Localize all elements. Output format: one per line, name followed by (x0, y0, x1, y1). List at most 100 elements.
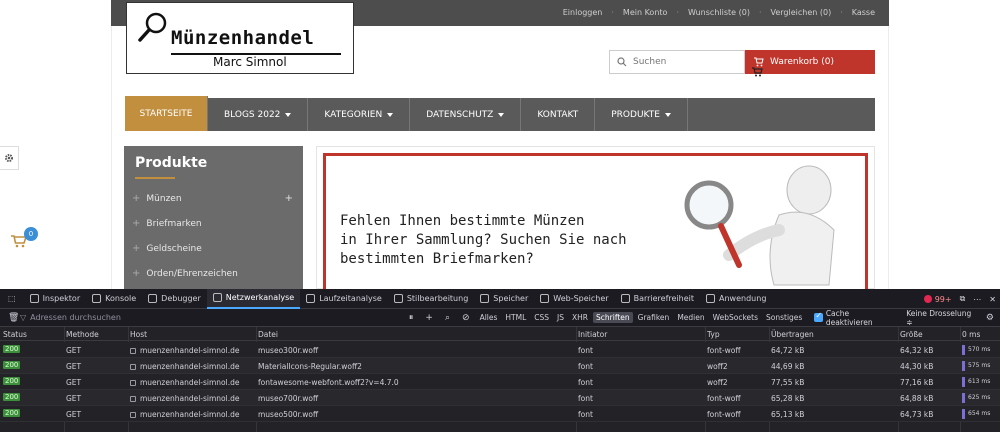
main-navigation: STARTSEITE BLOGS 2022 KATEGORIEN DATENSC… (125, 96, 875, 131)
clear-icon[interactable]: 🗑 (8, 313, 19, 323)
banner-line: in Ihrer Sammlung? Suchen Sie nach (340, 232, 627, 248)
tab-label: Konsole (105, 294, 137, 303)
settings-toggle[interactable] (0, 146, 19, 170)
col-size[interactable]: Größe (900, 330, 923, 339)
filter-html[interactable]: HTML (502, 312, 529, 323)
host-text: muenzenhandel-simnol.de (140, 394, 240, 403)
lock-icon (130, 396, 136, 402)
filter-js[interactable]: JS (554, 312, 567, 323)
search-icon[interactable]: ⌕ (445, 313, 450, 323)
devtools-panel: ⬚ Inspektor Konsole Debugger Netzwerkana… (0, 289, 1000, 432)
nav-item-startseite[interactable]: STARTSEITE (125, 96, 208, 131)
sidebar-item-geldscheine[interactable]: + Geldscheine (124, 236, 303, 261)
tab-storage[interactable]: Web-Speicher (534, 289, 614, 309)
nav-label: DATENSCHUTZ (426, 109, 494, 120)
col-transferred[interactable]: Übertragen (771, 330, 814, 339)
error-counter[interactable]: 99+ (923, 295, 952, 304)
disable-cache-checkbox[interactable]: Cache deaktivieren (814, 309, 894, 327)
throttling-select[interactable]: Keine Drosselung ≑ (906, 309, 976, 327)
filter-other[interactable]: Sonstiges (763, 312, 805, 323)
url-filter[interactable]: ▽ Adressen durchsuchen (20, 313, 403, 322)
nav-item-kontakt[interactable]: KONTAKT (521, 98, 596, 131)
login-link[interactable]: Einloggen (563, 8, 603, 17)
nav-item-kategorien[interactable]: KATEGORIEN (308, 98, 411, 131)
filter-xhr[interactable]: XHR (569, 312, 591, 323)
plus-bullet-icon: + (132, 218, 141, 229)
filter-all[interactable]: Alles (477, 312, 501, 323)
nav-item-datenschutz[interactable]: DATENSCHUTZ (410, 98, 522, 131)
disable-cache-label: Cache deaktivieren (825, 308, 873, 327)
filter-css[interactable]: CSS (531, 312, 552, 323)
host-text: muenzenhandel-simnol.de (140, 378, 240, 387)
filter-media[interactable]: Medien (674, 312, 707, 323)
filter-fonts[interactable]: Schriften (593, 312, 633, 323)
tab-inspector[interactable]: Inspektor (24, 289, 87, 309)
network-toolbar: 🗑 ▽ Adressen durchsuchen ⏸ + ⌕ ⊘ Alles H… (0, 309, 1000, 327)
tab-label: Speicher (493, 294, 529, 303)
col-type[interactable]: Typ (707, 330, 720, 339)
pause-icon[interactable]: ⏸ (409, 313, 414, 323)
checkout-link[interactable]: Kasse (852, 8, 875, 17)
initiator-cell: font (578, 346, 593, 355)
table-row[interactable]: 200 GET muenzenhandel-simnol.de fontawes… (0, 374, 1000, 390)
sidebar-item-muenzen[interactable]: + Münzen + (124, 186, 303, 211)
nav-item-blogs[interactable]: BLOGS 2022 (208, 98, 309, 131)
tab-performance[interactable]: Laufzeitanalyse (300, 289, 388, 309)
nav-item-produkte[interactable]: PRODUKTE (595, 98, 688, 131)
table-row[interactable]: 200 GET muenzenhandel-simnol.de Material… (0, 358, 1000, 374)
expand-plus-icon[interactable]: + (285, 193, 293, 204)
element-picker-icon[interactable]: ⬚ (0, 289, 24, 309)
dock-icon[interactable]: ⧉ (960, 294, 966, 304)
tab-label: Laufzeitanalyse (319, 294, 382, 303)
col-host[interactable]: Host (130, 330, 147, 339)
tab-debugger[interactable]: Debugger (142, 289, 207, 309)
filter-images[interactable]: Grafiken (635, 312, 673, 323)
waterfall-bar (962, 345, 965, 355)
col-status[interactable]: Status (3, 330, 27, 339)
separator: · (611, 8, 614, 17)
tab-accessibility[interactable]: Barrierefreiheit (615, 289, 700, 309)
col-file[interactable]: Datei (258, 330, 278, 339)
table-row[interactable]: 200 GET muenzenhandel-simnol.de museo700… (0, 390, 1000, 406)
search-input[interactable] (633, 57, 743, 67)
more-options-icon[interactable]: ⋯ (973, 295, 981, 304)
sidebar-item-orden[interactable]: + Orden/Ehrenzeichen (124, 261, 303, 286)
tab-style-editor[interactable]: Stilbearbeitung (388, 289, 474, 309)
storage-icon (540, 294, 550, 303)
col-waterfall[interactable]: 0 ms (962, 330, 980, 339)
compare-link[interactable]: Vergleichen (0) (770, 8, 831, 17)
close-icon[interactable]: ✕ (989, 295, 996, 304)
host-cell: muenzenhandel-simnol.de (130, 410, 239, 419)
block-icon[interactable]: ⊘ (462, 313, 470, 323)
col-initiator[interactable]: Initiator (578, 330, 607, 339)
tab-memory[interactable]: Speicher (474, 289, 534, 309)
sidebar-item-label: Briefmarken (146, 218, 202, 229)
method-cell: GET (66, 362, 82, 371)
caret-down-icon (285, 112, 292, 117)
add-icon[interactable]: + (425, 313, 433, 323)
table-row[interactable]: 200 GET muenzenhandel-simnol.de museo500… (0, 406, 1000, 422)
tab-label: Stilbearbeitung (406, 294, 469, 303)
request-table-header: Status Methode Host Datei Initiator Typ … (0, 327, 1000, 341)
host-cell: muenzenhandel-simnol.de (130, 362, 239, 371)
tab-console[interactable]: Konsole (86, 289, 142, 309)
filter-websockets[interactable]: WebSockets (710, 312, 761, 323)
settings-gear-icon[interactable]: ⚙ (986, 313, 994, 323)
cart-button[interactable]: Warenkorb (0) (745, 50, 875, 74)
lock-icon (130, 348, 136, 354)
sidebar-item-briefmarken[interactable]: + Briefmarken (124, 211, 303, 236)
table-row[interactable]: 200 GET muenzenhandel-simnol.de museo300… (0, 342, 1000, 358)
site-logo[interactable]: Münzenhandel Marc Simnol (126, 2, 354, 74)
host-cell: muenzenhandel-simnol.de (130, 346, 239, 355)
nav-label: PRODUKTE (611, 109, 660, 120)
separator: · (758, 8, 762, 17)
promo-banner[interactable]: Fehlen Ihnen bestimmte Münzen in Ihrer S… (316, 146, 875, 289)
tab-application[interactable]: Anwendung (700, 289, 772, 309)
type-cell: woff2 (707, 362, 728, 371)
tab-network[interactable]: Netzwerkanalyse (206, 289, 301, 309)
wishlist-link[interactable]: Wunschliste (0) (688, 8, 750, 17)
lock-icon (130, 412, 136, 418)
my-account-link[interactable]: Mein Konto (623, 8, 668, 17)
col-method[interactable]: Methode (66, 330, 99, 339)
search-box[interactable] (609, 50, 745, 74)
